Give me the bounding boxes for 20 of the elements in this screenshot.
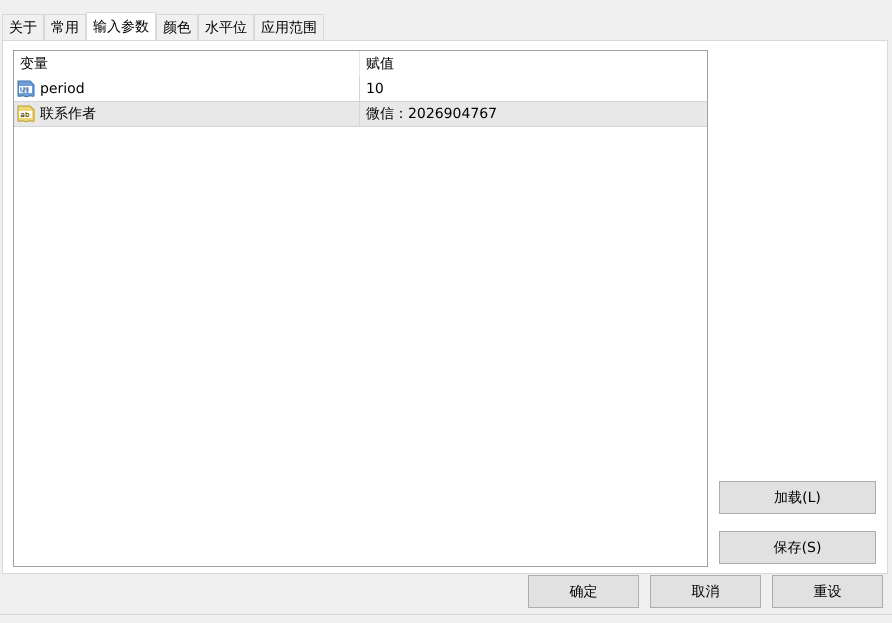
tab[interactable]: 关于 (2, 14, 44, 40)
text-icon (16, 104, 36, 124)
column-header[interactable]: 赋值 (366, 55, 394, 73)
tab[interactable]: 应用范围 (254, 14, 324, 40)
tab[interactable]: 输入参数 (86, 12, 156, 40)
ok-button[interactable]: 确定 (528, 575, 639, 608)
table-row[interactable]: 联系作者 微信：2026904767 (14, 102, 707, 127)
tab[interactable]: 水平位 (198, 14, 254, 40)
column-header[interactable]: 变量 (20, 55, 48, 73)
number-icon (16, 79, 36, 99)
tab[interactable]: 颜色 (156, 14, 198, 40)
load-button[interactable]: 加载(L) (719, 481, 876, 514)
variable-value: 微信：2026904767 (366, 105, 498, 123)
variable-name: 联系作者 (40, 105, 96, 123)
cancel-button[interactable]: 取消 (650, 575, 761, 608)
tab[interactable]: 常用 (44, 14, 86, 40)
reset-button[interactable]: 重设 (772, 575, 883, 608)
variable-value: 10 (366, 81, 384, 97)
save-button[interactable]: 保存(S) (719, 531, 876, 564)
variable-name: period (40, 81, 85, 97)
